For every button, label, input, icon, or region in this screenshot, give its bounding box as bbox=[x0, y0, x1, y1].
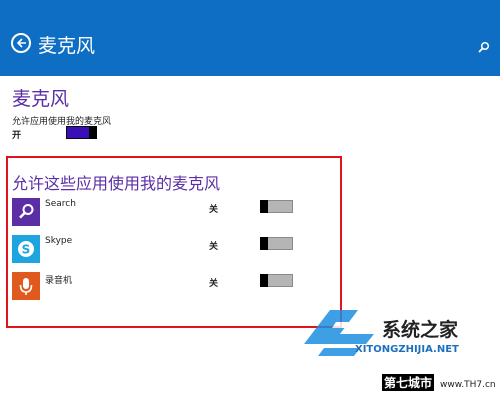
microphone-icon bbox=[12, 272, 40, 300]
watermark-site-url: XITONGZHIJIA.NET bbox=[355, 344, 459, 355]
site-watermark: 系统之家 XITONGZHIJIA.NET 第七城市 www.TH7.cn bbox=[300, 300, 500, 394]
app-name: Skype bbox=[45, 236, 73, 246]
search-app-icon bbox=[12, 198, 40, 226]
page-title: 麦克风 bbox=[38, 35, 96, 57]
app-state: 关 bbox=[209, 205, 219, 215]
skype-icon: S bbox=[12, 235, 40, 263]
app-toggle-sound-recorder[interactable] bbox=[260, 274, 293, 287]
app-row-search: Search 关 bbox=[12, 198, 312, 226]
app-name: Search bbox=[45, 199, 76, 209]
toggle-thumb bbox=[89, 126, 97, 139]
search-button[interactable] bbox=[478, 38, 490, 53]
watermark-badge: 第七城市 bbox=[384, 375, 432, 390]
app-row-skype: S Skype 关 bbox=[12, 235, 312, 263]
toggle-thumb bbox=[260, 274, 268, 287]
app-header: 麦克风 bbox=[0, 0, 500, 76]
apps-section-title: 允许这些应用使用我的麦克风 bbox=[12, 174, 221, 193]
svg-text:S: S bbox=[22, 243, 31, 257]
watermark-logo-icon: 系统之家 XITONGZHIJIA.NET 第七城市 www.TH7.cn bbox=[304, 310, 496, 391]
mic-permission-state: 开 bbox=[12, 131, 22, 141]
back-arrow-icon bbox=[16, 38, 26, 48]
app-toggle-search[interactable] bbox=[260, 200, 293, 213]
toggle-thumb bbox=[260, 200, 268, 213]
app-state: 关 bbox=[209, 242, 219, 252]
section-title: 麦克风 bbox=[12, 88, 70, 110]
back-button[interactable] bbox=[11, 33, 31, 53]
toggle-thumb bbox=[260, 237, 268, 250]
app-toggle-skype[interactable] bbox=[260, 237, 293, 250]
app-name: 录音机 bbox=[45, 276, 73, 286]
app-row-sound-recorder: 录音机 关 bbox=[12, 272, 312, 300]
watermark-site-name: 系统之家 bbox=[382, 318, 459, 341]
search-icon bbox=[478, 41, 490, 53]
watermark-badge-url: www.TH7.cn bbox=[440, 380, 496, 390]
mic-permission-toggle[interactable] bbox=[66, 126, 97, 139]
app-state: 关 bbox=[209, 279, 219, 289]
